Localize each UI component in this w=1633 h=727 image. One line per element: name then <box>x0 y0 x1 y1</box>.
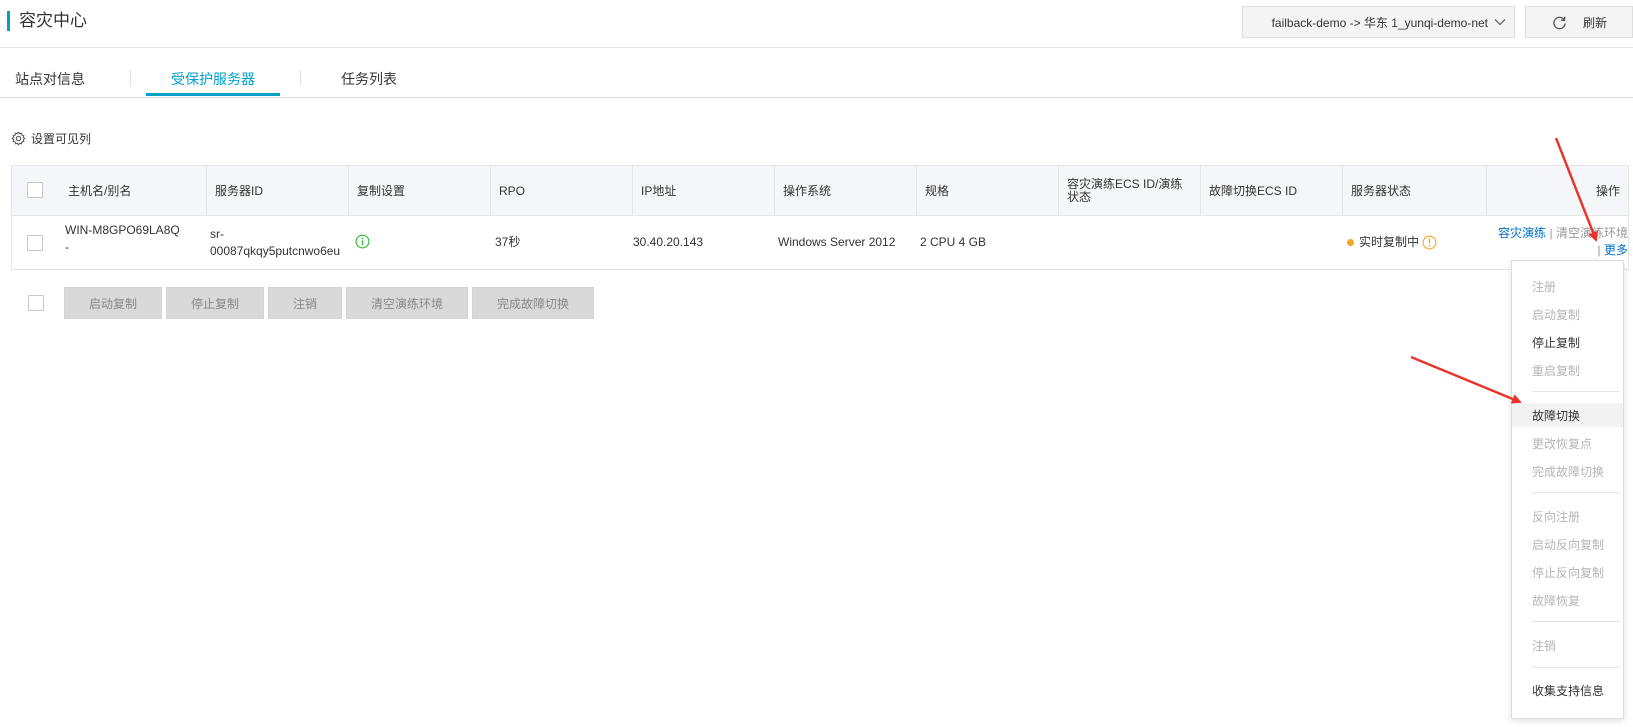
refresh-label: 刷新 <box>1583 15 1608 30</box>
bulk-stop-replication-button[interactable]: 停止复制 <box>166 287 264 319</box>
hostname-text: WIN-M8GPO69LA8Q <box>65 223 180 237</box>
bulk-select-checkbox[interactable] <box>28 295 44 311</box>
menu-item-failover[interactable]: 故障切换 <box>1512 403 1623 427</box>
menu-item-start-replication[interactable]: 启动复制 <box>1512 302 1623 326</box>
menu-divider <box>1532 492 1620 493</box>
menu-item-collect-support-info[interactable]: 收集支持信息 <box>1512 678 1623 702</box>
select-all-checkbox[interactable] <box>27 182 43 198</box>
column-header-drill-ecs[interactable]: 容灾演练ECS ID/演练状态 <box>1058 166 1200 216</box>
site-pair-selected-value: failback-demo -> 华东 1_yunqi-demo-net <box>1271 15 1488 30</box>
row-select-checkbox[interactable] <box>27 235 43 251</box>
tab-bar: 站点对信息 受保护服务器 任务列表 <box>0 48 1633 98</box>
bulk-clear-drill-env-button[interactable]: 清空演练环境 <box>346 287 468 319</box>
column-header-server-id[interactable]: 服务器ID <box>206 166 348 216</box>
clear-drill-env-link: 清空演练环境 <box>1555 226 1628 240</box>
cell-hostname: WIN-M8GPO69LA8Q - <box>65 222 180 256</box>
title-accent-bar <box>7 11 10 31</box>
cell-spec: 2 CPU 4 GB <box>920 235 987 249</box>
menu-item-restart-replication[interactable]: 重启复制 <box>1512 358 1623 382</box>
column-header-rpo[interactable]: RPO <box>490 166 632 216</box>
menu-item-reverse-register[interactable]: 反向注册 <box>1512 504 1623 528</box>
column-settings-label: 设置可见列 <box>31 132 92 146</box>
info-circle-icon[interactable] <box>355 234 370 249</box>
more-actions-menu: 注册 启动复制 停止复制 重启复制 故障切换 更改恢复点 完成故障切换 反向注册… <box>1511 260 1624 719</box>
gear-icon <box>11 131 26 146</box>
more-actions-link[interactable]: 更多 <box>1604 243 1628 257</box>
tab-site-pair-info[interactable]: 站点对信息 <box>15 70 85 88</box>
cell-ip: 30.40.20.143 <box>633 235 704 249</box>
menu-divider <box>1532 391 1620 392</box>
table-header: 主机名/别名 服务器ID 复制设置 RPO IP地址 操作系统 规格 容灾演练E… <box>11 165 1629 216</box>
alias-text: - <box>65 240 69 254</box>
cell-server-id: sr- 00087qkqy5putcnwo6eu <box>210 226 340 260</box>
bulk-complete-failover-button[interactable]: 完成故障切换 <box>472 287 594 319</box>
tab-divider <box>130 70 131 86</box>
warning-circle-icon[interactable] <box>1422 235 1437 250</box>
column-header-os[interactable]: 操作系统 <box>774 166 916 216</box>
active-tab-indicator <box>146 93 280 96</box>
menu-divider <box>1532 621 1620 622</box>
refresh-button[interactable]: 刷新 <box>1525 6 1633 38</box>
tab-protected-servers[interactable]: 受保护服务器 <box>171 70 255 88</box>
table-row: WIN-M8GPO69LA8Q - sr- 00087qkqy5putcnwo6… <box>11 216 1629 270</box>
page-header: 容灾中心 failback-demo -> 华东 1_yunqi-demo-ne… <box>0 0 1633 48</box>
tab-task-list[interactable]: 任务列表 <box>341 70 397 88</box>
column-header-spec[interactable]: 规格 <box>916 166 1058 216</box>
site-pair-select[interactable]: failback-demo -> 华东 1_yunqi-demo-net <box>1242 6 1515 38</box>
page-title: 容灾中心 <box>19 11 87 30</box>
menu-divider <box>1532 667 1620 668</box>
annotation-arrows <box>1410 137 1598 404</box>
server-id-text: sr- <box>210 227 224 241</box>
bulk-start-replication-button[interactable]: 启动复制 <box>64 287 162 319</box>
cell-os: Windows Server 2012 <box>778 235 896 249</box>
tab-divider <box>300 70 301 86</box>
column-header-replication-settings[interactable]: 复制设置 <box>348 166 490 216</box>
menu-item-change-recovery-point[interactable]: 更改恢复点 <box>1512 431 1623 455</box>
annotation-arrow-to-failover <box>1410 355 1522 404</box>
server-id-text-continued: 00087qkqy5putcnwo6eu <box>210 244 341 258</box>
status-text: 实时复制中 <box>1359 235 1420 249</box>
action-separator: | <box>1549 226 1553 240</box>
drill-link[interactable]: 容灾演练 <box>1498 226 1546 240</box>
cell-actions: 容灾演练 | 清空演练环境 | 更多 <box>1496 225 1628 259</box>
menu-item-complete-failover[interactable]: 完成故障切换 <box>1512 459 1623 483</box>
action-separator: | <box>1597 243 1601 257</box>
column-header-server-status[interactable]: 服务器状态 <box>1342 166 1484 216</box>
cell-server-status: 实时复制中 <box>1347 234 1437 251</box>
menu-item-deregister[interactable]: 注销 <box>1512 633 1623 657</box>
menu-item-failback[interactable]: 故障恢复 <box>1512 588 1623 612</box>
column-header-ip[interactable]: IP地址 <box>632 166 774 216</box>
column-header-hostname[interactable]: 主机名/别名 <box>59 166 217 216</box>
chevron-down-icon <box>1494 19 1506 26</box>
menu-item-stop-replication[interactable]: 停止复制 <box>1512 330 1623 354</box>
bulk-deregister-button[interactable]: 注销 <box>268 287 342 319</box>
menu-item-stop-reverse-replication[interactable]: 停止反向复制 <box>1512 560 1623 584</box>
menu-item-register[interactable]: 注册 <box>1512 274 1623 298</box>
menu-item-start-reverse-replication[interactable]: 启动反向复制 <box>1512 532 1623 556</box>
column-settings-button[interactable]: 设置可见列 <box>11 130 91 147</box>
column-header-actions: 操作 <box>1595 183 1620 198</box>
status-dot <box>1347 239 1354 246</box>
refresh-icon <box>1553 16 1566 29</box>
cell-rpo: 37秒 <box>495 235 521 249</box>
column-header-failover-ecs[interactable]: 故障切换ECS ID <box>1200 166 1342 216</box>
cell-replication-settings <box>355 234 370 254</box>
